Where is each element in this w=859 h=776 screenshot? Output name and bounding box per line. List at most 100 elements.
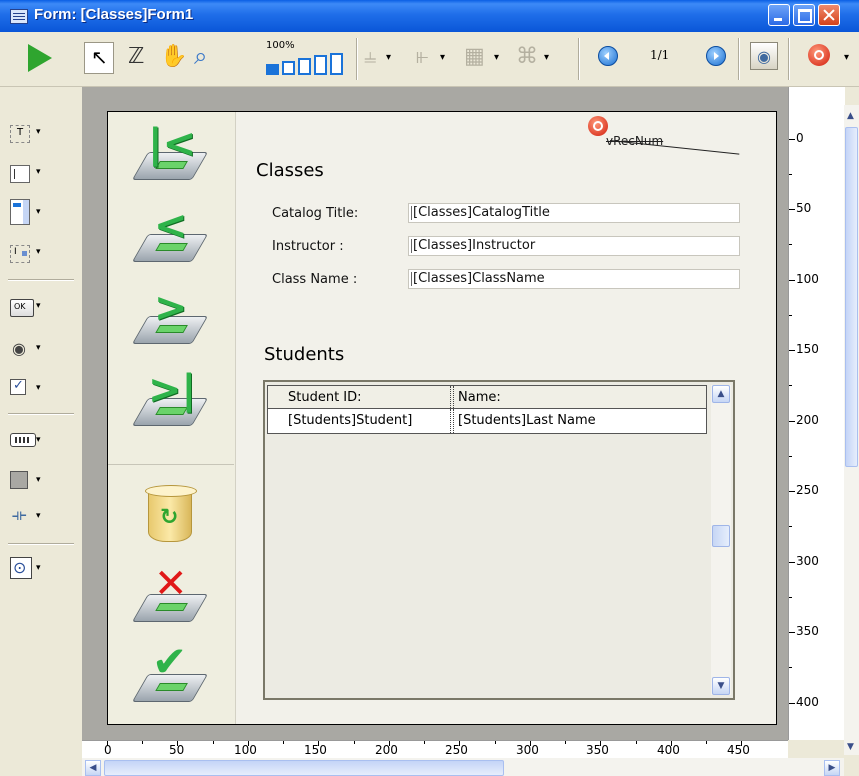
scroll-up-icon[interactable]: ▲ [712, 385, 730, 403]
chevron-down-icon[interactable]: ▾ [36, 301, 41, 311]
window-horizontal-scrollbar[interactable]: ◀ ▶ [82, 758, 844, 776]
checkbox-tool-icon[interactable]: ✓ [10, 378, 26, 395]
class-name-field[interactable]: [Classes]ClassName [408, 269, 740, 289]
table-row[interactable]: [Students]Student] [Students]Last Name [267, 409, 707, 434]
window-vertical-scrollbar[interactable] [844, 105, 859, 755]
chevron-down-icon[interactable]: ▾ [36, 435, 41, 445]
page-indicator: 1/1 [650, 48, 670, 62]
scroll-down-icon[interactable]: ▼ [712, 677, 730, 695]
instructor-field[interactable]: [Classes]Instructor [408, 236, 740, 256]
ruler-label: 0 [104, 743, 112, 757]
name-header[interactable]: Name: [458, 390, 501, 405]
students-listbox[interactable]: Student ID: Name: [Students]Student] [St… [263, 380, 735, 700]
catalog-title-field[interactable]: [Classes]CatalogTitle [408, 203, 740, 223]
chevron-down-icon[interactable]: ▾ [36, 207, 41, 217]
previous-record-button[interactable]: < [131, 204, 209, 268]
chevron-down-icon[interactable]: ▾ [36, 475, 41, 485]
select-tool-icon[interactable] [84, 42, 114, 74]
student-id-header[interactable]: Student ID: [288, 390, 362, 405]
last-record-button[interactable]: >| [131, 368, 209, 432]
static-text-tool-icon[interactable]: T [10, 125, 30, 143]
window-scroll-up-icon[interactable]: ▲ [844, 110, 859, 126]
chevron-down-icon[interactable]: ▾ [36, 167, 41, 177]
ruler-label: 100 [796, 272, 819, 286]
accept-button[interactable]: ✔ [131, 640, 209, 708]
ruler-label: 100 [234, 743, 257, 757]
chevron-down-icon[interactable]: ▾ [36, 511, 41, 521]
radio-button-tool-icon[interactable]: ◉ [10, 339, 30, 358]
chevron-down-icon[interactable]: ▾ [844, 52, 849, 63]
ruler-label: 250 [796, 483, 819, 497]
listbox-header: Student ID: Name: [267, 385, 707, 409]
zoom-level: 100% [266, 40, 295, 51]
maximize-button[interactable] [793, 4, 815, 26]
ruler-label: 50 [169, 743, 185, 757]
chevron-down-icon[interactable]: ▾ [440, 52, 445, 63]
ruler-label: 400 [657, 743, 680, 757]
listbox-scrollbar[interactable]: ▲ ▼ [711, 385, 731, 695]
minimize-button[interactable] [768, 4, 790, 26]
horizontal-scroll-thumb[interactable] [104, 760, 504, 776]
rectangle-tool-icon[interactable] [10, 471, 28, 489]
first-record-button[interactable]: |< [131, 122, 209, 186]
toolbar-separator [788, 38, 789, 80]
close-button[interactable] [818, 4, 840, 26]
field-tool-icon[interactable] [10, 165, 30, 183]
chevron-down-icon[interactable]: ▾ [36, 127, 41, 137]
object-tool-palette: T ▾ ▾ ▾ I ▾ OK ▾ ◉ ▾ ✓ ▾ ▾ ▾ ⟛ ▾ ⊙ ▾ [0, 87, 83, 740]
next-page-icon[interactable] [706, 46, 726, 66]
button-tool-icon[interactable]: OK [10, 299, 34, 317]
column-separator[interactable] [450, 409, 454, 433]
chevron-down-icon[interactable]: ▾ [36, 247, 41, 257]
form-title: Classes [256, 160, 324, 181]
progress-indicator-tool-icon[interactable] [10, 433, 36, 447]
group-icon[interactable]: ⌘ [516, 44, 538, 69]
scroll-left-icon[interactable]: ◀ [85, 760, 101, 776]
delete-record-button[interactable] [138, 484, 202, 548]
previous-page-icon[interactable] [598, 46, 618, 66]
ruler-label: 250 [445, 743, 468, 757]
zoom-scale-icon[interactable] [266, 53, 348, 75]
chevron-down-icon[interactable]: ▾ [386, 52, 391, 63]
object-methods-icon[interactable] [808, 44, 830, 66]
student-id-cell: [Students]Student] [288, 413, 413, 428]
zoom-tool-icon[interactable]: ⌕ [194, 42, 207, 70]
scroll-right-icon[interactable]: ▶ [824, 760, 840, 776]
line-tool-icon[interactable]: ⟛ [10, 505, 30, 524]
ruler-label: 150 [796, 342, 819, 356]
accept-check-icon: ✔ [152, 637, 188, 686]
palette-separator [8, 413, 74, 414]
plugin-area-tool-icon[interactable]: ⊙ [10, 557, 32, 579]
navigation-button-strip: |< < > >| ✕ ✔ [108, 112, 236, 724]
distribute-icon[interactable]: ⫦ [416, 44, 428, 69]
chevron-down-icon[interactable]: ▾ [36, 383, 41, 393]
window-scroll-down-icon[interactable]: ▼ [844, 740, 859, 756]
ruler-label: 200 [796, 413, 819, 427]
run-form-icon[interactable] [28, 44, 52, 72]
cancel-button[interactable]: ✕ [131, 562, 209, 628]
scroll-thumb[interactable] [712, 525, 730, 547]
trash-bin-icon [145, 485, 197, 542]
ruler-label: 350 [586, 743, 609, 757]
window-scroll-thumb[interactable] [845, 127, 858, 467]
window-titlebar[interactable]: Form: [Classes]Form1 [0, 0, 859, 32]
arrange-icon[interactable]: ▦ [464, 44, 485, 69]
column-separator[interactable] [450, 386, 454, 408]
chevron-down-icon[interactable]: ▾ [36, 343, 41, 353]
input-field-tool-icon[interactable]: I [10, 245, 30, 263]
chevron-down-icon[interactable]: ▾ [494, 52, 499, 63]
entry-order-icon[interactable]: ℤ [128, 44, 144, 69]
next-record-button[interactable]: > [131, 286, 209, 350]
horizontal-ruler: 0 50 100 150 200 250 300 350 400 450 [82, 740, 788, 759]
catalog-title-label: Catalog Title: [272, 206, 359, 221]
form-page[interactable]: |< < > >| ✕ ✔ [107, 111, 777, 725]
ruler-label: 50 [796, 201, 812, 215]
form-design-canvas[interactable]: |< < > >| ✕ ✔ [82, 87, 788, 740]
listbox-tool-icon[interactable] [10, 199, 30, 225]
hand-tool-icon[interactable]: ✋ [160, 44, 187, 69]
chevron-down-icon[interactable]: ▾ [544, 52, 549, 63]
chevron-down-icon[interactable]: ▾ [36, 563, 41, 573]
view-icon[interactable]: ◉ [750, 42, 778, 70]
align-icon[interactable]: ⫨ [364, 44, 376, 69]
ruler-label: 0 [796, 131, 804, 145]
